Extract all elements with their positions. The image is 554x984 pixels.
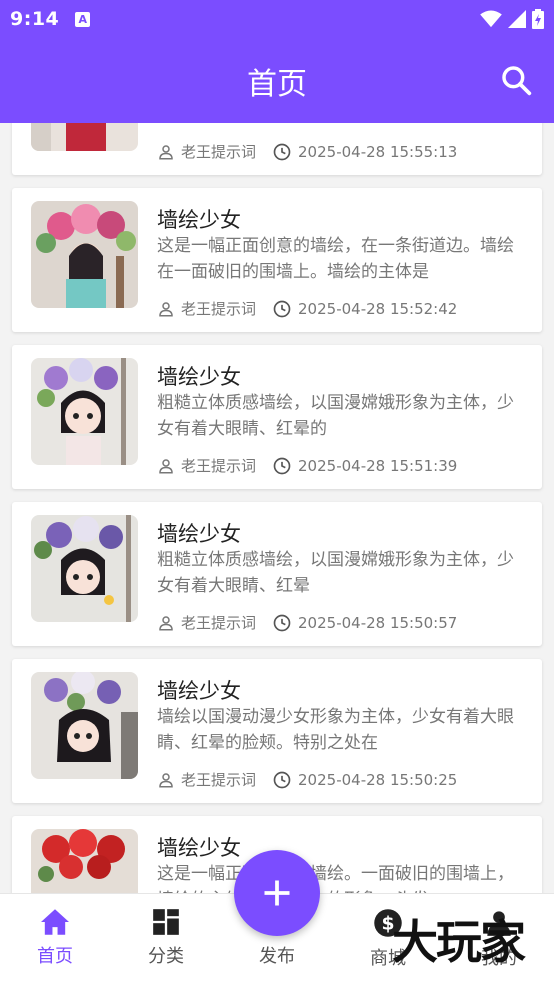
person-icon — [159, 772, 173, 787]
clock-icon — [273, 614, 291, 631]
post-timestamp: 2025-04-28 15:55:13 — [298, 142, 458, 161]
search-icon[interactable] — [500, 64, 532, 96]
post-title: 墙绘少女 — [157, 208, 241, 232]
plus-icon — [264, 880, 290, 906]
nav-home[interactable]: 首页 — [15, 908, 95, 968]
post-thumbnail — [31, 123, 138, 151]
post-timestamp: 2025-04-28 15:50:25 — [298, 770, 458, 789]
clock-icon — [273, 143, 291, 160]
signal-icon — [508, 10, 526, 28]
post-timestamp: 2025-04-28 15:50:57 — [298, 613, 458, 632]
post-feed[interactable]: 老王提示词 2025-04-28 15:55:13 墙绘少女 这是一幅正面创意的… — [0, 123, 554, 893]
post-thumbnail — [31, 515, 138, 622]
publish-fab[interactable] — [234, 850, 320, 936]
clock-icon — [273, 300, 291, 317]
nav-publish-label: 发布 — [259, 946, 295, 967]
person-icon — [159, 301, 173, 316]
grid-icon — [153, 909, 179, 935]
person-icon — [159, 615, 173, 630]
post-description: 墙绘以国漫动漫少女形象为主体，少女有着大眼睛、红晕的脸颊。特别之处在 — [157, 707, 514, 753]
post-description: 粗糙立体质感墙绘，以国漫嫦娥形象为主体，少女有着大眼睛、红晕的 — [157, 393, 514, 439]
wifi-icon — [480, 10, 502, 28]
status-bar: 9:14 A — [0, 0, 554, 38]
post-author: 老王提示词 — [181, 771, 257, 789]
post-meta: 老王提示词 2025-04-28 15:50:57 — [157, 612, 457, 633]
post-meta: 老王提示词 2025-04-28 15:50:25 — [157, 769, 457, 790]
nav-category-label: 分类 — [148, 946, 184, 967]
home-icon — [41, 909, 69, 935]
post-description: 粗糙立体质感墙绘，以国漫嫦娥形象为主体，少女有着大眼睛、红晕 — [157, 550, 514, 596]
post-author: 老王提示词 — [181, 143, 257, 161]
post-author: 老王提示词 — [181, 457, 257, 475]
battery-icon — [532, 9, 544, 29]
a-icon: A — [75, 11, 91, 27]
post-thumbnail — [31, 672, 138, 779]
post-meta: 老王提示词 2025-04-28 15:51:39 — [157, 455, 457, 476]
post-author: 老王提示词 — [181, 614, 257, 632]
post-card[interactable]: 墙绘少女 粗糙立体质感墙绘，以国漫嫦娥形象为主体，少女有着大眼睛、红晕 老王提示… — [12, 502, 542, 646]
post-description: 这是一幅正面创意的墙绘，在一条街道边。墙绘在一面破旧的围墙上。墙绘的主体是 — [157, 236, 514, 282]
person-icon — [159, 458, 173, 473]
post-thumbnail — [31, 201, 138, 308]
post-title: 墙绘少女 — [157, 679, 241, 703]
nav-home-label: 首页 — [37, 946, 73, 967]
status-time: 9:14 — [10, 8, 60, 30]
watermark: 大玩家 — [392, 915, 526, 969]
post-card[interactable]: 墙绘少女 粗糙立体质感墙绘，以国漫嫦娥形象为主体，少女有着大眼睛、红晕的 老王提… — [12, 345, 542, 489]
post-description: 这是一幅正面创意的墙绘。一面破旧的围墙上，墙绘的主体是一位少女的形象，头发 — [157, 864, 514, 893]
post-card[interactable]: 老王提示词 2025-04-28 15:55:13 — [12, 123, 542, 175]
post-card[interactable]: 墙绘少女 这是一幅正面创意的墙绘，在一条街道边。墙绘在一面破旧的围墙上。墙绘的主… — [12, 188, 542, 332]
post-thumbnail — [31, 829, 138, 893]
post-title: 墙绘少女 — [157, 836, 241, 860]
nav-category[interactable]: 分类 — [126, 908, 206, 968]
post-card[interactable]: 墙绘少女 墙绘以国漫动漫少女形象为主体，少女有着大眼睛、红晕的脸颊。特别之处在 … — [12, 659, 542, 803]
post-meta: 老王提示词 2025-04-28 15:55:13 — [157, 141, 457, 162]
post-timestamp: 2025-04-28 15:52:42 — [298, 299, 458, 318]
post-title: 墙绘少女 — [157, 522, 241, 546]
post-timestamp: 2025-04-28 15:51:39 — [298, 456, 458, 475]
page-title: 首页 — [247, 66, 307, 102]
person-icon — [159, 144, 173, 159]
app-bar: 首页 — [0, 38, 554, 123]
clock-icon — [273, 457, 291, 474]
clock-icon — [273, 771, 291, 788]
post-thumbnail — [31, 358, 138, 465]
post-meta: 老王提示词 2025-04-28 15:52:42 — [157, 298, 457, 319]
post-author: 老王提示词 — [181, 300, 257, 318]
post-title: 墙绘少女 — [157, 365, 241, 389]
